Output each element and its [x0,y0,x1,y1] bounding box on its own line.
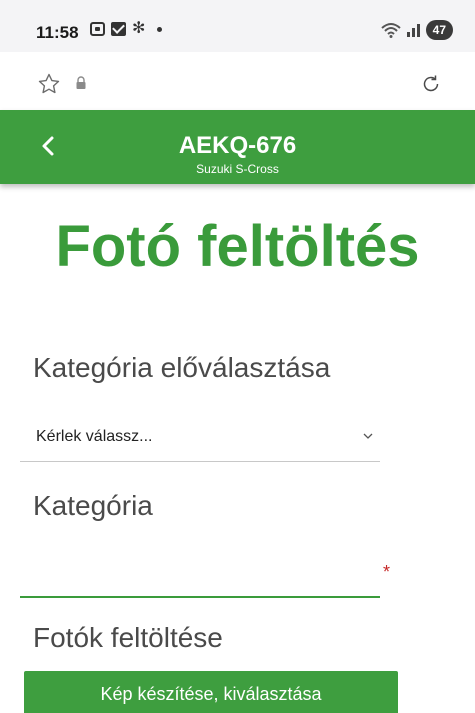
chevron-down-icon [363,433,373,439]
lock-icon [76,76,86,89]
screen-record-icon [90,22,105,36]
battery-icon: 47 [425,20,453,40]
mail-icon [111,22,126,36]
preselect-category-value: Kérlek válassz... [36,428,153,445]
status-bar: 11:58 ✻ 47 [0,0,475,52]
notification-dot-icon [157,26,162,32]
category-input[interactable]: * [20,540,390,598]
status-icons-right: 47 [380,20,453,40]
browser-address-bar[interactable] [17,60,459,108]
car-model: Suzuki S-Cross [196,162,279,176]
preselect-category-label: Kategória előválasztása [33,352,331,383]
required-mark: * [382,562,390,582]
status-icons-left: ✻ [90,20,162,37]
photos-upload-label: Fotók feltöltése [33,622,223,653]
app-header: AEKQ-676 Suzuki S-Cross [0,110,475,184]
star-icon[interactable] [37,72,61,96]
category-label: Kategória [33,490,153,521]
signal-icon [406,23,420,37]
reload-icon[interactable] [419,72,443,96]
flower-icon: ✻ [132,20,146,37]
status-time: 11:58 [36,23,79,42]
page-title: Fotó feltöltés [55,214,420,279]
wifi-icon [380,23,401,38]
preselect-category-select[interactable]: Kérlek válassz... [20,414,380,462]
take-photo-button[interactable]: Kép készítése, kiválasztása [24,671,398,713]
plate-number: AEKQ-676 [178,132,297,159]
